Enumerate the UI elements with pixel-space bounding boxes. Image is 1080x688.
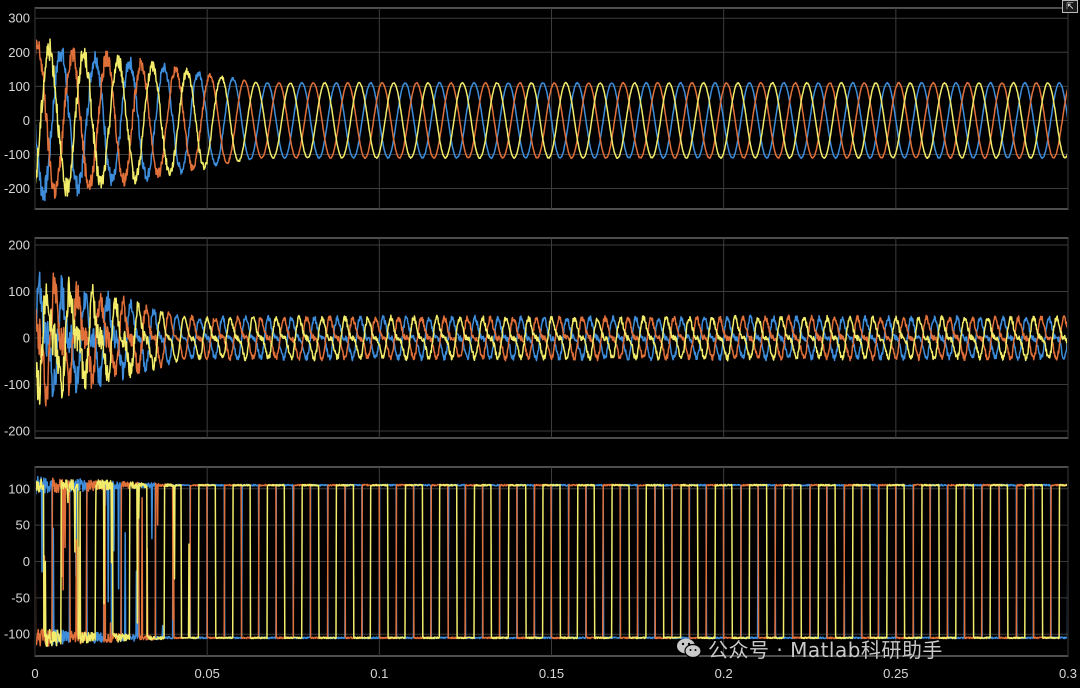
x-tick-label: 0.3 [1059, 666, 1077, 681]
x-tick-label: 0 [31, 666, 38, 681]
y-tick-label: 300 [8, 11, 30, 26]
y-tick-label: 0 [23, 331, 30, 346]
y-tick-label: -100 [4, 377, 30, 392]
y-tick-label: 200 [8, 45, 30, 60]
y-tick-label: 50 [16, 518, 30, 533]
axes-middle: -200 -100 0 100 200 [4, 237, 1069, 439]
watermark: 公众号 · Matlab科研助手 [676, 632, 943, 664]
wechat-icon [677, 638, 702, 659]
y-tick-label: 100 [8, 79, 30, 94]
y-tick-label: -50 [11, 590, 30, 605]
y-tick-label: 0 [23, 554, 30, 569]
y-tick-label: -100 [4, 627, 30, 642]
watermark-text: 公众号 · Matlab科研助手 [708, 637, 943, 662]
x-tick-label: 0.2 [715, 666, 733, 681]
y-tick-label: -100 [4, 147, 30, 162]
y-tick-label: -200 [4, 424, 30, 439]
scope-figure: -200-1000100200300 -200-1000100200 -100-… [4, 7, 1077, 681]
y-tick-label: 200 [8, 237, 30, 252]
y-tick-label: -200 [4, 181, 30, 196]
y-tick-label: 0 [23, 113, 30, 128]
x-tick-label: 0.05 [195, 666, 220, 681]
x-tick-label: 0.1 [370, 666, 388, 681]
restore-axes-button[interactable]: ⇱ [1062, 0, 1078, 13]
x-tick-label: 0.25 [883, 666, 908, 681]
y-tick-label: 100 [8, 284, 30, 299]
axes-top: -200 -100 0 100 200 300 [4, 7, 1069, 210]
y-tick-label: 100 [8, 481, 30, 496]
x-tick-label: 0.15 [539, 666, 564, 681]
